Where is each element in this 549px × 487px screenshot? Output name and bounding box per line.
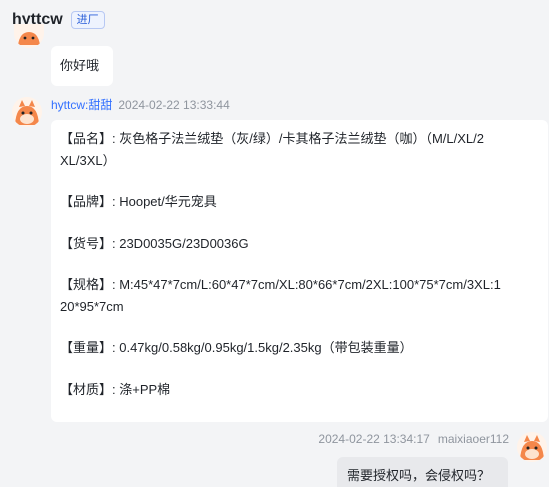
product-spec-line-cont: 20*95*7cm: [60, 298, 124, 314]
message-time: 2024-02-22 13:34:17: [318, 432, 430, 446]
message-bubble[interactable]: 你好哦: [51, 46, 113, 86]
product-name-line: 【品名】: 灰色格子法兰绒垫（灰/绿）/卡其格子法兰绒垫（咖）（M/L/XL/2: [60, 131, 484, 146]
product-info-bubble[interactable]: 【品名】: 灰色格子法兰绒垫（灰/绿）/卡其格子法兰绒垫（咖）（M/L/XL/2…: [51, 120, 548, 422]
fox-avatar-icon: [14, 24, 44, 48]
message-meta: 2024-02-22 13:34:17 maixiaoer112: [318, 432, 509, 446]
chat-header: hyttcw 进厂: [0, 0, 549, 40]
avatar-self[interactable]: [517, 432, 547, 462]
product-spec-line: 【规格】: M:45*47*7cm/L:60*47*7cm/XL:80*66*7…: [60, 277, 501, 292]
sender-name[interactable]: hyttcw:甜甜: [51, 98, 112, 112]
avatar-customer[interactable]: [14, 24, 44, 48]
product-weight-line: 【重量】: 0.47kg/0.58kg/0.95kg/1.5kg/2.35kg（…: [60, 340, 413, 355]
message-text: 需要授权吗，会侵权吗？: [347, 468, 491, 483]
product-material-line: 【材质】: 涤+PP棉: [60, 381, 171, 397]
sender-name[interactable]: maixiaoer112: [438, 432, 509, 446]
product-brand-line: 【品牌】: Hoopet/华元宠具: [60, 194, 217, 209]
message-meta: hyttcw:甜甜 2024-02-22 13:33:44: [51, 96, 230, 113]
message-bubble-self[interactable]: 需要授权吗，会侵权吗？: [337, 457, 508, 487]
factory-tag[interactable]: 进厂: [70, 11, 105, 29]
message-time: 2024-02-22 13:33:44: [118, 98, 230, 112]
avatar-customer[interactable]: [12, 97, 42, 127]
product-name-line-cont: XL/3XL）: [60, 152, 116, 168]
fox-avatar-icon: [517, 432, 547, 462]
product-sku-line: 【货号】: 23D0035G/23D0036G: [60, 235, 249, 251]
fox-avatar-icon: [12, 97, 42, 127]
message-text: 你好哦: [60, 58, 100, 73]
